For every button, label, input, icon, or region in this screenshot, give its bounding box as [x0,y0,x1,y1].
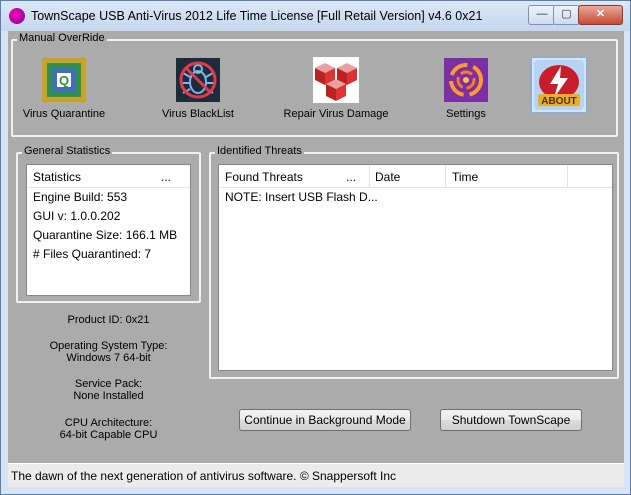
virus-blacklist-tool[interactable]: Virus BlackList [153,57,243,120]
client-area: Manual OverRide Q Virus Quarantine Virus… [8,31,624,487]
virus-blacklist-label: Virus BlackList [162,108,234,120]
window-title: TownScape USB Anti-Virus 2012 Life Time … [31,9,483,23]
settings-tool[interactable]: Settings [421,57,511,120]
service-pack: Service Pack: None Installed [16,378,201,402]
statistics-header[interactable]: Statistics ... [27,165,190,188]
list-item: GUI v: 1.0.0.202 [33,209,121,223]
about-icon: ABOUT [531,57,587,113]
quarantine-icon: Q [41,57,87,103]
date-column-header[interactable]: Date [375,170,400,184]
status-bar: The dawn of the next generation of antiv… [8,463,624,487]
swirl-icon [443,57,489,103]
found-threats-column-header[interactable]: Found Threats [225,170,303,184]
time-column-header[interactable]: Time [452,170,478,184]
svg-text:Q: Q [59,73,69,88]
identified-threats-label: Identified Threats [215,145,304,157]
identified-threats-group: Identified Threats Found Threats ... Dat… [209,145,619,379]
list-item: Engine Build: 553 [33,190,128,204]
repair-virus-damage-label: Repair Virus Damage [283,108,389,120]
manual-override-group: Manual OverRide Q Virus Quarantine Virus… [11,32,618,137]
general-statistics-group: General Statistics Statistics ... Engine… [16,145,201,303]
os-type-value: Windows 7 64-bit [66,352,151,364]
threats-header[interactable]: Found Threats ... Date Time [219,165,612,188]
cpu-architecture: CPU Architecture: 64-bit Capable CPU [16,417,201,441]
app-icon [9,8,25,24]
statistics-list[interactable]: Statistics ... Engine Build: 553 GUI v: … [26,164,191,296]
table-row[interactable]: NOTE: Insert USB Flash D... [219,188,612,207]
service-pack-value: None Installed [73,390,144,402]
bug-icon [175,57,221,103]
minimize-button[interactable]: — [528,5,556,25]
about-tool[interactable]: ABOUT [529,57,589,113]
cpu-architecture-label: CPU Architecture: [64,417,153,429]
title-bar[interactable]: TownScape USB Anti-Virus 2012 Life Time … [1,1,630,31]
settings-label: Settings [446,108,486,120]
repair-virus-damage-tool[interactable]: Repair Virus Damage [281,57,391,120]
virus-quarantine-label: Virus Quarantine [22,108,106,120]
found-threats-column-more[interactable]: ... [346,170,356,184]
svg-text:ABOUT: ABOUT [541,96,577,107]
threats-list[interactable]: Found Threats ... Date Time NOTE: Insert… [218,164,613,371]
cpu-architecture-value: 64-bit Capable CPU [59,429,158,441]
found-threat-cell: NOTE: Insert USB Flash D... [225,190,378,204]
service-pack-label: Service Pack: [74,378,143,390]
list-item: # Files Quarantined: 7 [33,247,152,261]
statistics-column-more[interactable]: ... [161,170,171,184]
continue-background-button[interactable]: Continue in Background Mode [239,409,411,431]
os-type: Operating System Type: Windows 7 64-bit [16,340,201,364]
os-type-label: Operating System Type: [49,340,168,352]
cubes-icon [313,57,359,103]
shutdown-button[interactable]: Shutdown TownScape [440,409,582,431]
statistics-column-header[interactable]: Statistics [33,170,81,184]
general-statistics-label: General Statistics [22,145,113,157]
virus-quarantine-tool[interactable]: Q Virus Quarantine [19,57,109,120]
list-item: Quarantine Size: 166.1 MB [33,228,178,242]
manual-override-label: Manual OverRide [17,32,107,44]
close-button[interactable]: ✕ [578,5,623,25]
product-id: Product ID: 0x21 [67,314,150,326]
maximize-button[interactable]: ▢ [553,5,580,25]
app-window: TownScape USB Anti-Virus 2012 Life Time … [0,0,631,495]
